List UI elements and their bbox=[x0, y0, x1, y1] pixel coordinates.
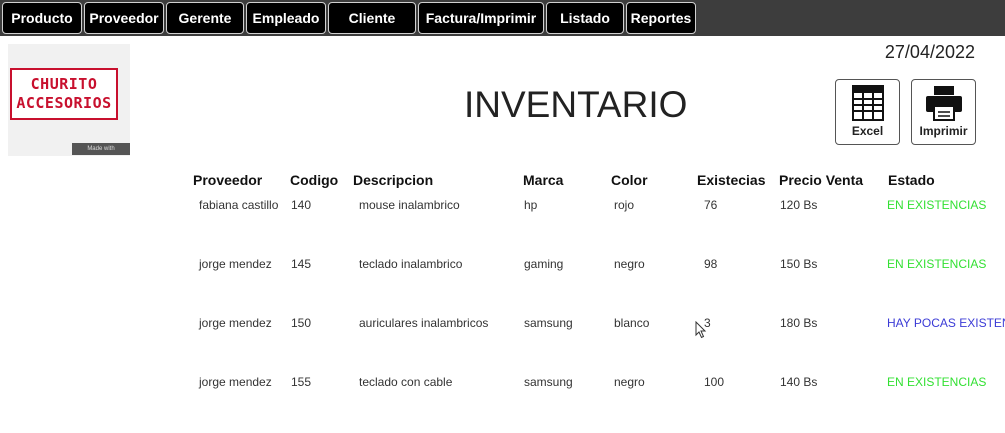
table-row: jorge mendez 155 teclado con cable samsu… bbox=[0, 375, 1005, 395]
cell-color: rojo bbox=[614, 198, 635, 212]
printer-icon bbox=[925, 86, 962, 121]
header-precio-venta: Precio Venta bbox=[779, 172, 864, 188]
nav-factura-button[interactable]: Factura/Imprimir bbox=[418, 2, 544, 34]
cell-estado: EN EXISTENCIAS bbox=[887, 257, 987, 271]
nav-gerente-button[interactable]: Gerente bbox=[166, 2, 244, 34]
nav-reportes-button[interactable]: Reportes bbox=[626, 2, 696, 34]
header-descripcion: Descripcion bbox=[353, 172, 434, 188]
table-row: jorge mendez 145 teclado inalambrico gam… bbox=[0, 257, 1005, 277]
cell-precio: 180 Bs bbox=[780, 316, 818, 330]
cell-marca: gaming bbox=[524, 257, 564, 271]
nav-proveedor-button[interactable]: Proveedor bbox=[84, 2, 164, 34]
cell-color: negro bbox=[614, 257, 645, 271]
logo-badge: CHURITO ACCESORIOS bbox=[10, 68, 118, 120]
nav-producto-button[interactable]: Producto bbox=[2, 2, 82, 34]
header-codigo: Codigo bbox=[290, 172, 339, 188]
logo-line-2: ACCESORIOS bbox=[16, 94, 112, 112]
cell-existencias: 100 bbox=[704, 375, 725, 389]
cell-marca: samsung bbox=[524, 316, 573, 330]
cell-marca: hp bbox=[524, 198, 538, 212]
header-marca: Marca bbox=[523, 172, 564, 188]
cell-codigo: 155 bbox=[291, 375, 312, 389]
cell-marca: samsung bbox=[524, 375, 573, 389]
cell-precio: 120 Bs bbox=[780, 198, 818, 212]
cell-precio: 150 Bs bbox=[780, 257, 818, 271]
cell-descripcion: teclado inalambrico bbox=[359, 257, 463, 271]
cell-precio: 140 Bs bbox=[780, 375, 818, 389]
logo-line-1: CHURITO bbox=[30, 75, 98, 93]
cell-color: negro bbox=[614, 375, 645, 389]
mouse-cursor-icon bbox=[695, 321, 707, 339]
header-proveedor: Proveedor bbox=[193, 172, 263, 188]
brand-logo: CHURITO ACCESORIOS Made with bbox=[8, 44, 130, 156]
current-date: 27/04/2022 bbox=[884, 42, 975, 62]
table-row: jorge mendez 150 auriculares inalambrico… bbox=[0, 316, 1005, 336]
main-nav: Producto Proveedor Gerente Empleado Clie… bbox=[2, 2, 696, 34]
cell-proveedor: jorge mendez bbox=[199, 316, 272, 330]
excel-label: Excel bbox=[851, 124, 884, 138]
top-nav-bar: Producto Proveedor Gerente Empleado Clie… bbox=[0, 0, 1005, 36]
cell-color: blanco bbox=[614, 316, 650, 330]
cell-estado: HAY POCAS EXISTENCIAS bbox=[887, 316, 1005, 330]
nav-cliente-button[interactable]: Cliente bbox=[328, 2, 416, 34]
header-color: Color bbox=[611, 172, 648, 188]
nav-empleado-button[interactable]: Empleado bbox=[246, 2, 326, 34]
cell-estado: EN EXISTENCIAS bbox=[887, 198, 987, 212]
print-label: Imprimir bbox=[919, 124, 968, 138]
cell-codigo: 140 bbox=[291, 198, 312, 212]
excel-button[interactable]: Excel bbox=[835, 79, 900, 145]
made-with-badge: Made with bbox=[72, 143, 130, 155]
cell-codigo: 145 bbox=[291, 257, 312, 271]
cell-existencias: 76 bbox=[704, 198, 718, 212]
cell-existencias: 98 bbox=[704, 257, 718, 271]
cell-descripcion: teclado con cable bbox=[359, 375, 453, 389]
cell-descripcion: mouse inalambrico bbox=[359, 198, 460, 212]
cell-descripcion: auriculares inalambricos bbox=[359, 316, 489, 330]
cell-estado: EN EXISTENCIAS bbox=[887, 375, 987, 389]
cell-proveedor: jorge mendez bbox=[199, 375, 272, 389]
page-title: INVENTARIO bbox=[464, 84, 688, 125]
header-existencias: Existecias bbox=[697, 172, 766, 188]
table-row: fabiana castillo 140 mouse inalambrico h… bbox=[0, 198, 1005, 218]
cell-codigo: 150 bbox=[291, 316, 312, 330]
header-estado: Estado bbox=[888, 172, 935, 188]
spreadsheet-icon bbox=[851, 85, 884, 121]
nav-listado-button[interactable]: Listado bbox=[546, 2, 624, 34]
cell-proveedor: fabiana castillo bbox=[199, 198, 279, 212]
cell-proveedor: jorge mendez bbox=[199, 257, 272, 271]
print-button[interactable]: Imprimir bbox=[911, 79, 976, 145]
